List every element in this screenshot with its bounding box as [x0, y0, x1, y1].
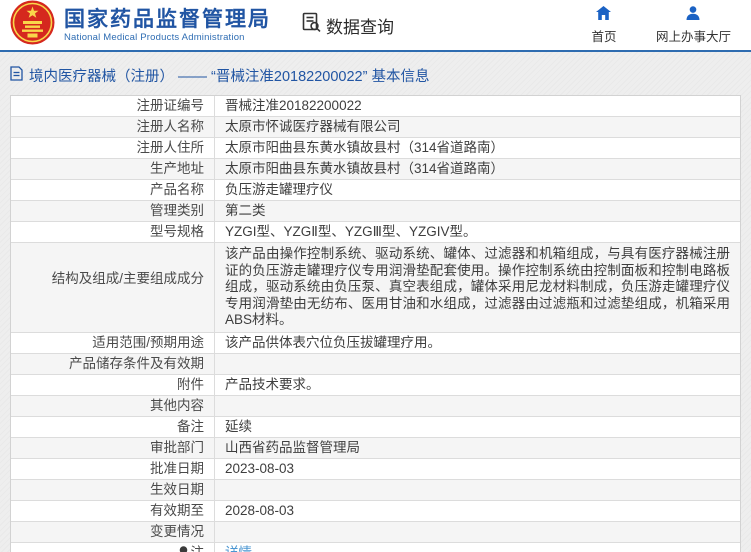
row-label: 管理类别 [150, 203, 204, 218]
row-label: 生效日期 [150, 481, 204, 497]
row-value: 详情 [214, 542, 740, 552]
table-row: 备注 延续 [11, 415, 740, 437]
registration-info-table: 注册证编号 晋械注准20182200022 注册人名称 太原市怀诚医疗器械有限公… [10, 95, 741, 552]
site-subtitle: National Medical Products Administration [64, 32, 245, 43]
row-value: 山西省药品监督管理局 [214, 437, 740, 458]
table-row: 批准日期 2023-08-03 [11, 457, 740, 479]
table-row: 生效日期 [11, 478, 740, 500]
row-label: 审批部门 [150, 439, 204, 455]
row-label: 注册人名称 [136, 119, 205, 134]
table-row: 附件 产品技术要求。 [11, 373, 740, 395]
row-value: 太原市怀诚医疗器械有限公司 [214, 117, 740, 137]
table-row: 审批部门 山西省药品监督管理局 [11, 436, 740, 458]
doc-search-icon [301, 12, 326, 38]
breadcrumb: 境内医疗器械（注册） —— “晋械注准20182200022” 基本信息 [0, 52, 751, 95]
table-row: 注 详情 [11, 541, 740, 552]
nav-home-label: 首页 [591, 29, 617, 44]
row-label: 产品储存条件及有效期 [69, 355, 204, 371]
nav-home[interactable]: 首页 [580, 5, 628, 45]
document-icon [10, 66, 23, 85]
row-value [214, 479, 740, 500]
site-header: 国家药品监督管理局 National Medical Products Admi… [0, 0, 751, 52]
row-value: 太原市阳曲县东黄水镇故县村（314省道路南） [214, 159, 740, 179]
table-row: 变更情况 [11, 520, 740, 542]
row-label: 产品名称 [150, 182, 204, 197]
table-row: 结构及组成/主要组成成分 该产品由操作控制系统、驱动系统、罐体、过滤器和机箱组成… [11, 242, 740, 332]
table-row: 管理类别 第二类 [11, 200, 740, 221]
table-row: 注册证编号 晋械注准20182200022 [11, 96, 740, 116]
row-value [214, 521, 740, 542]
site-title: 国家药品监督管理局 [64, 8, 271, 31]
row-value [214, 353, 740, 374]
row-value [214, 395, 740, 416]
row-value: 负压游走罐理疗仪 [214, 180, 740, 200]
table-row: 产品储存条件及有效期 [11, 352, 740, 374]
table-row: 其他内容 [11, 394, 740, 416]
row-value: 2028-08-03 [214, 500, 740, 521]
row-label: 注册证编号 [136, 98, 205, 113]
row-value: 第二类 [214, 201, 740, 221]
row-label: 生产地址 [150, 161, 204, 176]
site-logo-text: 国家药品监督管理局 National Medical Products Admi… [64, 7, 271, 43]
row-value: 2023-08-03 [214, 458, 740, 479]
row-value: 该产品由操作控制系统、驱动系统、罐体、过滤器和机箱组成，与具有医疗器械注册证的负… [214, 243, 740, 332]
row-label: 型号规格 [150, 224, 204, 239]
row-label: 注 [11, 543, 214, 552]
national-emblem-icon [10, 0, 55, 50]
row-value: 晋械注准20182200022 [214, 96, 740, 116]
row-label: 备注 [177, 418, 204, 434]
row-label: 批准日期 [150, 460, 204, 476]
table-row: 注册人住所 太原市阳曲县东黄水镇故县村（314省道路南） [11, 137, 740, 158]
home-icon [596, 5, 612, 23]
table-row: 有效期至 2028-08-03 [11, 499, 740, 521]
data-query-label: 数据查询 [326, 17, 394, 37]
details-link[interactable]: 详情 [225, 545, 252, 552]
row-label: 有效期至 [150, 502, 204, 518]
table-row: 型号规格 YZGI型、YZGⅡ型、YZGⅢ型、YZGIV型。 [11, 221, 740, 242]
user-icon [686, 5, 700, 23]
row-label: 适用范围/预期用途 [92, 334, 204, 350]
table-row: 注册人名称 太原市怀诚医疗器械有限公司 [11, 116, 740, 137]
nav-online-hall-label: 网上办事大厅 [655, 29, 731, 44]
data-query-tab[interactable]: 数据查询 [301, 12, 394, 38]
table-row: 生产地址 太原市阳曲县东黄水镇故县村（314省道路南） [11, 158, 740, 179]
breadcrumb-text: 境内医疗器械（注册） —— “晋械注准20182200022” 基本信息 [29, 69, 430, 85]
row-label: 变更情况 [150, 523, 204, 539]
nav-online-hall[interactable]: 网上办事大厅 [655, 5, 731, 45]
row-value: YZGI型、YZGⅡ型、YZGⅢ型、YZGIV型。 [214, 222, 740, 242]
table-row: 适用范围/预期用途 该产品供体表穴位负压拔罐理疗用。 [11, 331, 740, 353]
row-label: 其他内容 [150, 397, 204, 413]
row-label: 附件 [177, 376, 204, 392]
row-label: 结构及组成/主要组成成分 [51, 271, 204, 286]
row-value: 该产品供体表穴位负压拔罐理疗用。 [214, 332, 740, 353]
row-label: 注册人住所 [136, 140, 205, 155]
row-value: 延续 [214, 416, 740, 437]
table-row: 产品名称 负压游走罐理疗仪 [11, 179, 740, 200]
bulb-icon [179, 546, 188, 552]
row-value: 产品技术要求。 [214, 374, 740, 395]
header-nav: 首页 网上办事大厅 [580, 5, 731, 45]
row-value: 太原市阳曲县东黄水镇故县村（314省道路南） [214, 138, 740, 158]
